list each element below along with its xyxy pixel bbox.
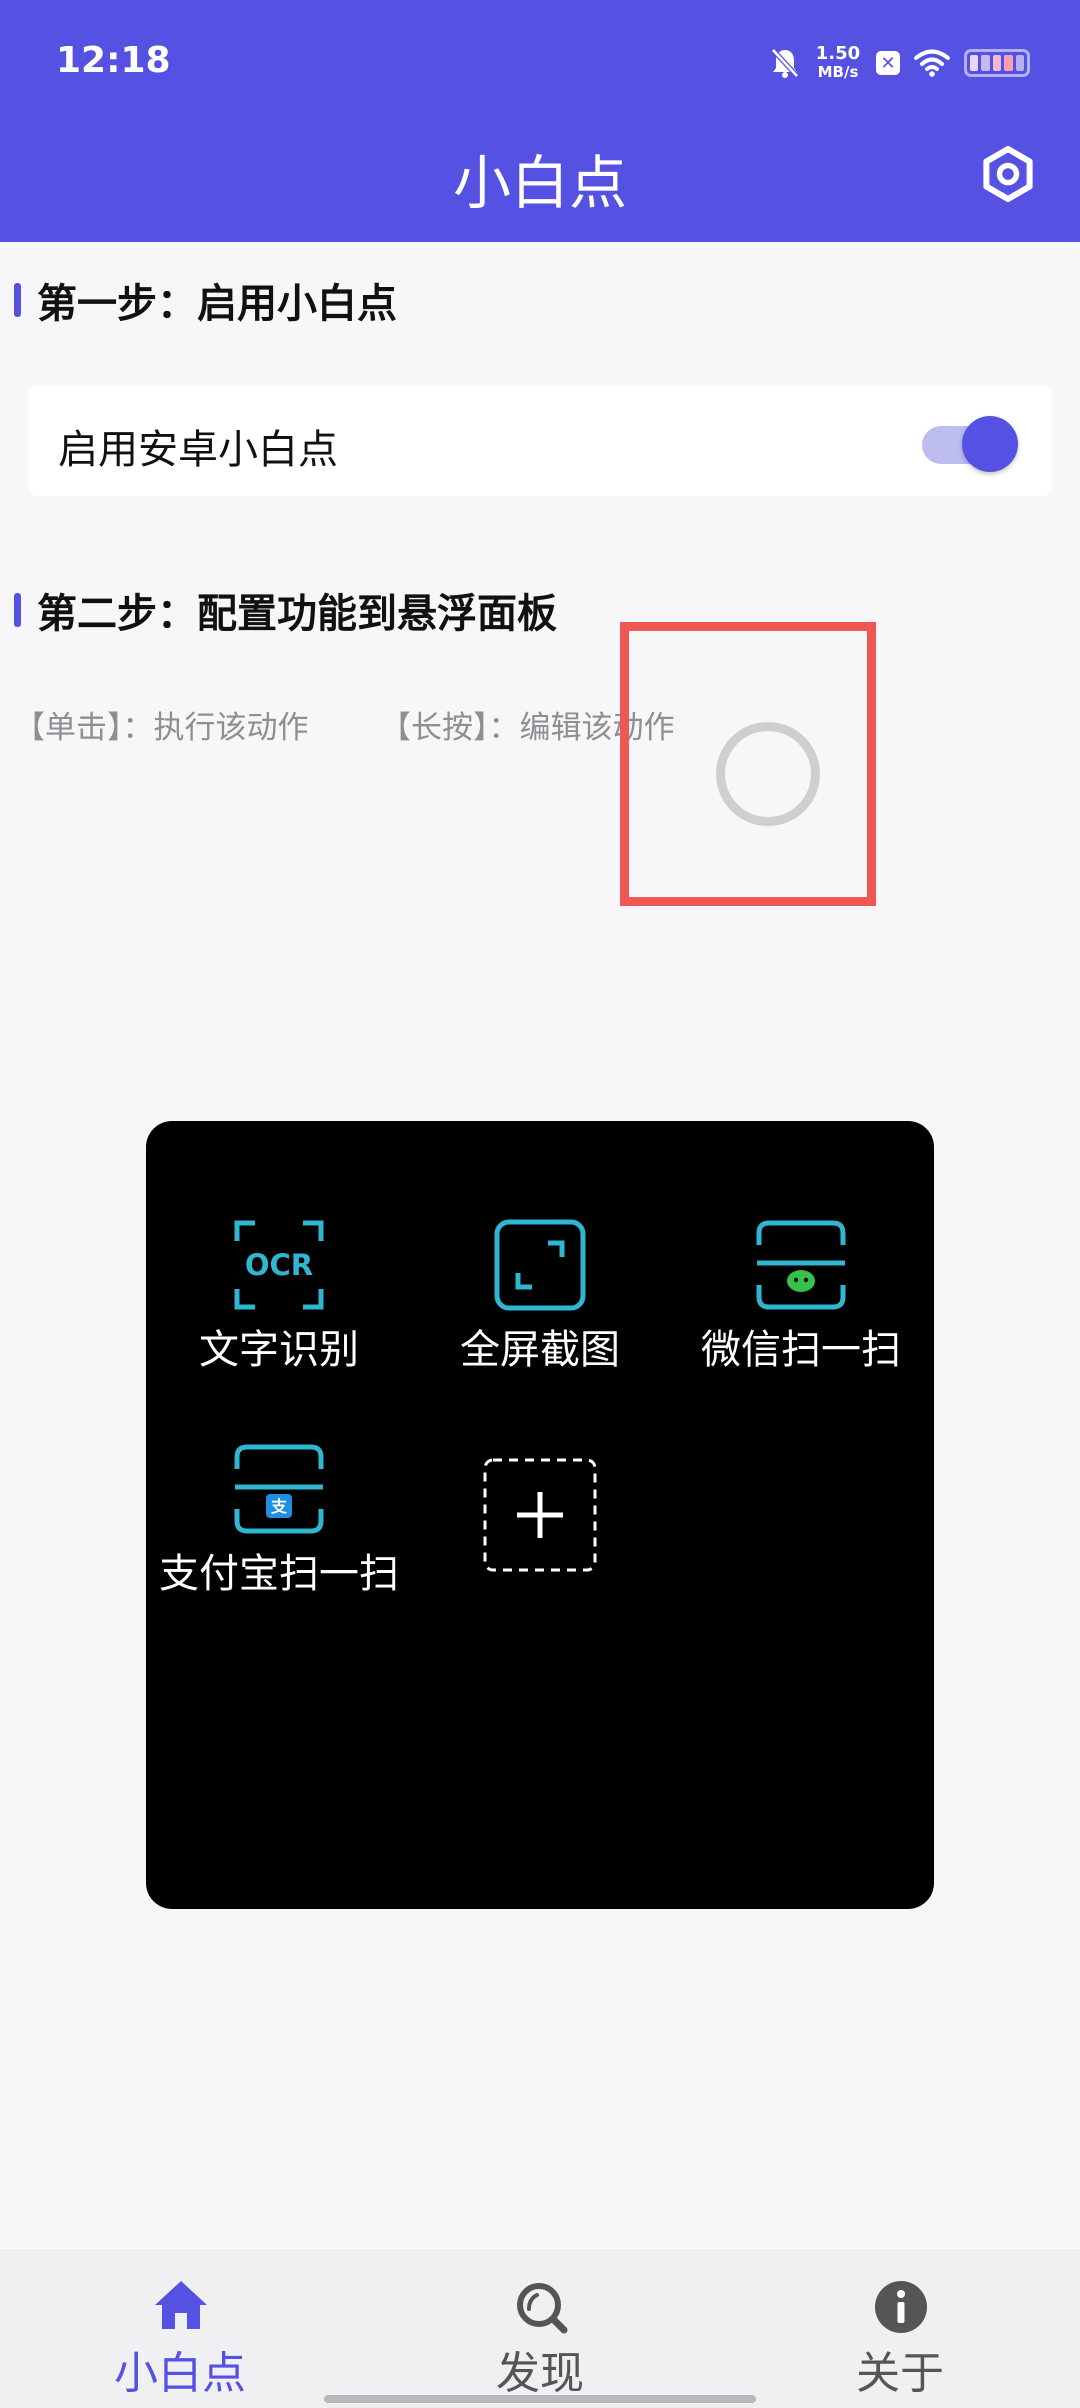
app-bar: 12:18 1.50 MB/s ✕ 小白点 — [0, 0, 1080, 242]
gear-icon — [983, 146, 1033, 202]
discover-search-icon — [517, 2283, 568, 2334]
panel-item-alipay-scan[interactable]: 支 支付宝扫一扫 — [148, 1443, 410, 1599]
nav-item-discover[interactable]: 发现 — [360, 2251, 720, 2408]
panel-item-label: 文字识别 — [199, 1327, 359, 1373]
ocr-icon: OCR — [234, 1220, 324, 1310]
status-icons: 1.50 MB/s ✕ — [770, 38, 1030, 88]
alipay-scan-icon: 支 — [234, 1444, 324, 1534]
wifi-icon — [914, 49, 950, 77]
svg-text:OCR: OCR — [245, 1248, 313, 1282]
step2-title: 第二步：配置功能到悬浮面板 — [37, 591, 557, 637]
battery-icon — [964, 49, 1030, 77]
step1-heading: 第一步：启用小白点 — [14, 279, 397, 327]
nav-item-home[interactable]: 小白点 — [0, 2251, 360, 2408]
toggle-knob — [962, 416, 1018, 472]
floating-panel: OCR 文字识别 全屏截图 微信扫一扫 支 支付宝扫一扫 — [146, 1121, 934, 1909]
floating-dot[interactable] — [716, 722, 820, 826]
section-accent-bar — [14, 593, 21, 627]
home-indicator[interactable] — [324, 2395, 756, 2403]
wechat-scan-icon — [756, 1220, 846, 1310]
nav-label: 小白点 — [114, 2348, 246, 2399]
settings-button[interactable] — [978, 144, 1038, 204]
panel-item-label: 支付宝扫一扫 — [159, 1551, 399, 1597]
svg-text:支: 支 — [270, 1497, 288, 1516]
panel-item-wechat-scan[interactable]: 微信扫一扫 — [670, 1219, 932, 1375]
fullscreen-screenshot-icon — [494, 1219, 586, 1311]
status-time: 12:18 — [56, 40, 171, 81]
step2-heading: 第二步：配置功能到悬浮面板 — [14, 589, 557, 637]
nav-label: 关于 — [856, 2348, 944, 2399]
nav-item-about[interactable]: 关于 — [720, 2251, 1080, 2408]
page-title: 小白点 — [452, 149, 627, 217]
enable-dot-toggle[interactable] — [922, 410, 1018, 472]
panel-add-button[interactable] — [409, 1457, 671, 1573]
home-icon — [155, 2281, 207, 2329]
net-speed: 1.50 MB/s — [815, 43, 861, 82]
enable-dot-label: 启用安卓小白点 — [58, 427, 338, 473]
info-icon — [875, 2281, 927, 2333]
panel-item-ocr[interactable]: OCR 文字识别 — [148, 1219, 410, 1375]
hint-click: 【单击】：执行该动作 — [14, 710, 309, 746]
bell-mute-icon — [771, 48, 799, 78]
enable-dot-card: 启用安卓小白点 — [28, 386, 1052, 496]
panel-item-screenshot[interactable]: 全屏截图 — [409, 1219, 671, 1375]
panel-item-label: 全屏截图 — [460, 1327, 620, 1373]
nav-label: 发现 — [496, 2348, 584, 2399]
section-accent-bar — [14, 283, 21, 317]
bottom-nav: 小白点 发现 关于 — [0, 2250, 1080, 2408]
panel-item-label: 微信扫一扫 — [701, 1327, 901, 1373]
step1-title: 第一步：启用小白点 — [37, 281, 397, 327]
add-icon — [483, 1458, 597, 1572]
x-box-icon: ✕ — [876, 51, 900, 75]
